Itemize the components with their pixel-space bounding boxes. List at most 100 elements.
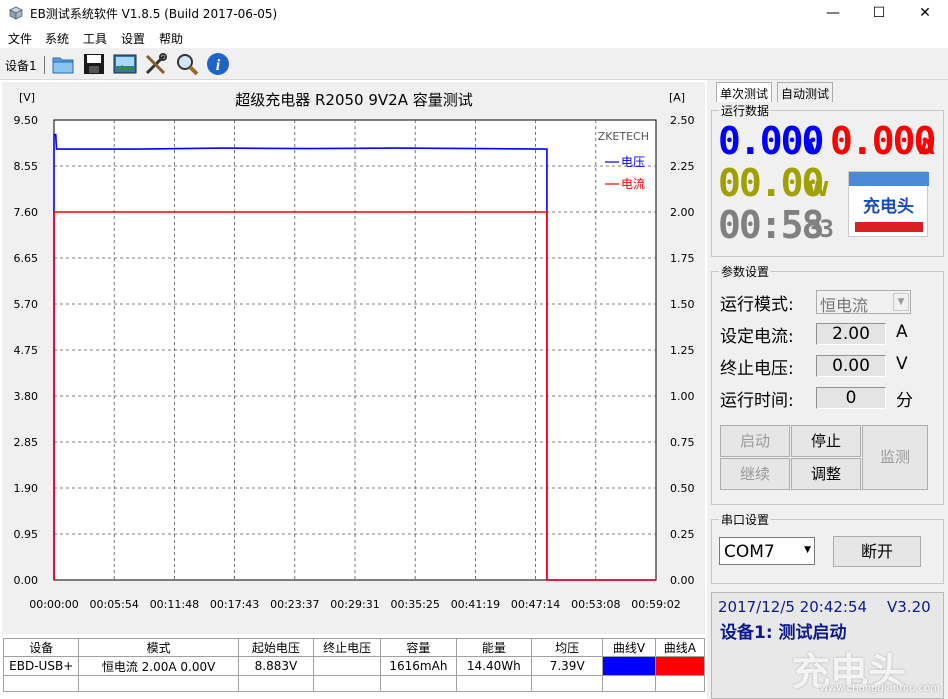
x-tick-label: 00:17:43 [210, 598, 259, 611]
left-tick-label: 3.80 [14, 390, 39, 403]
right-tick-label: 1.75 [670, 252, 695, 265]
menu-help[interactable]: 帮助 [159, 30, 183, 47]
save-icon[interactable] [82, 52, 106, 76]
run-time-label: 运行时间: [720, 391, 794, 411]
device-tab[interactable]: 设备1 [5, 57, 37, 74]
table-header-cell: 终止电压 [313, 638, 382, 657]
table-cell: 恒电流 2.00A 0.00V [78, 656, 239, 676]
current-unit: A [919, 135, 935, 159]
x-axis: 00:00:00 00:05:54 00:11:48 00:17:43 00:23:37… [29, 598, 680, 611]
table-header: 设备 模式 起始电压 终止电压 容量 能量 均压 曲线V 曲线A [2, 638, 706, 657]
right-tick-label: 2.00 [670, 206, 695, 219]
right-axis: 2.50 2.25 2.00 1.75 1.50 1.25 1.00 0.75 0.50 0.25… [670, 114, 695, 587]
chevron-down-icon[interactable]: ▼ [893, 293, 909, 311]
set-current-input[interactable]: 2.00 [816, 323, 886, 345]
chevron-down-icon[interactable]: ▼ [804, 545, 811, 555]
monitor-button[interactable]: 监测 [862, 425, 928, 490]
menu-file[interactable]: 文件 [8, 30, 32, 47]
left-tick-label: 1.90 [14, 482, 39, 495]
params-title: 参数设置 [719, 263, 772, 280]
image-icon[interactable] [113, 52, 137, 76]
minimize-button[interactable]: — [810, 0, 856, 26]
power-unit: W [807, 177, 830, 201]
info-icon[interactable]: i [206, 52, 230, 76]
left-tick-label: 0.95 [14, 528, 39, 541]
table-cell: 7.39V [531, 656, 604, 676]
set-current-unit: A [896, 322, 908, 342]
right-tick-label: 0.00 [670, 574, 695, 587]
app-icon [9, 6, 23, 20]
mode-value: 恒电流 [820, 296, 869, 315]
table-header-cell: 起始电压 [237, 638, 315, 657]
tab-divider [44, 56, 45, 74]
menu-settings[interactable]: 设置 [121, 30, 145, 47]
run-data-title: 运行数据 [719, 102, 772, 119]
left-tick-label: 0.00 [14, 574, 39, 587]
status-time: 2017/12/5 20:42:54 [718, 598, 868, 616]
right-tick-label: 2.25 [670, 160, 695, 173]
left-tick-label: 5.70 [14, 298, 39, 311]
run-time-input[interactable]: 0 [816, 387, 886, 409]
run-time-unit: 分 [896, 391, 913, 411]
adjust-button[interactable]: 调整 [791, 458, 861, 490]
table-cell: 1616mAh [380, 656, 457, 676]
table-header-cell: 模式 [78, 638, 239, 657]
watermark-url: www.chongdiantou.com [820, 683, 940, 694]
chart-watermark: ZKETECH [598, 130, 649, 143]
table-row[interactable]: EBD-USB+ 恒电流 2.00A 0.00V 8.883V 1616mAh 14.4… [2, 656, 706, 676]
table-header-cell: 容量 [380, 638, 457, 657]
right-axis-unit: [A] [669, 91, 685, 104]
right-tick-label: 2.50 [670, 114, 695, 127]
maximize-button[interactable]: ☐ [856, 0, 902, 26]
legend-label: 电流 [621, 177, 645, 191]
curve-v-swatch [602, 656, 656, 676]
left-tick-label: 6.65 [14, 252, 39, 265]
table-cell: 8.883V [237, 656, 315, 676]
serial-title: 串口设置 [719, 511, 772, 528]
close-button[interactable]: ✕ [902, 0, 948, 26]
serial-group: 串口设置 COM7 ▼ 断开 [711, 511, 944, 584]
results-table: 设备 模式 起始电压 终止电压 容量 能量 均压 曲线V 曲线A EBD-USB+ 恒电流 2.0… [2, 638, 706, 692]
x-tick-label: 00:05:54 [89, 598, 138, 611]
mode-select[interactable]: 恒电流 ▼ [816, 290, 911, 315]
continue-button[interactable]: 继续 [720, 458, 790, 490]
status-message: 设备1: 测试启动 [720, 623, 847, 643]
x-tick-label: 00:47:14 [511, 598, 560, 611]
time-seconds-readout: 33 [807, 215, 834, 243]
x-tick-label: 00:29:31 [330, 598, 379, 611]
stop-voltage-input[interactable]: 0.00 [816, 355, 886, 377]
start-button[interactable]: 启动 [720, 425, 790, 457]
tools-icon[interactable] [144, 52, 168, 76]
right-panel: 单次测试 自动测试 运行数据 0.000 V 0.000 A 00.00 W 0… [707, 80, 948, 699]
left-tick-label: 4.75 [14, 344, 39, 357]
table-header-cell: 均压 [531, 638, 604, 657]
right-tick-label: 0.50 [670, 482, 695, 495]
set-current-label: 设定电流: [720, 327, 794, 347]
com-port-select[interactable]: COM7 ▼ [719, 537, 815, 565]
x-tick-label: 00:59:02 [631, 598, 680, 611]
tab-auto-test[interactable]: 自动测试 [777, 82, 834, 102]
logo-text: 充电头 [863, 197, 914, 217]
mode-label: 运行模式: [720, 295, 794, 315]
folder-icon[interactable] [51, 52, 75, 76]
legend-label: 电压 [621, 155, 645, 169]
status-version: V3.20 [887, 598, 931, 616]
table-cell: EBD-USB+ [2, 656, 80, 676]
right-tick-label: 1.25 [670, 344, 695, 357]
menu-tools[interactable]: 工具 [83, 30, 107, 47]
left-tick-label: 9.50 [14, 114, 39, 127]
table-empty-row [2, 675, 706, 692]
right-tick-label: 0.25 [670, 528, 695, 541]
tab-single-test[interactable]: 单次测试 [716, 82, 773, 102]
search-icon[interactable] [175, 52, 199, 76]
right-tick-label: 1.50 [670, 298, 695, 311]
stop-voltage-unit: V [896, 354, 908, 374]
stop-button[interactable]: 停止 [791, 425, 861, 457]
right-tick-label: 0.75 [670, 436, 695, 449]
logo-image: 充电头 [848, 171, 929, 237]
toolbar: 设备1 i [0, 48, 948, 80]
menu-system[interactable]: 系统 [45, 30, 69, 47]
table-cell [313, 656, 382, 676]
com-port-value: COM7 [724, 542, 775, 562]
disconnect-button[interactable]: 断开 [833, 536, 921, 567]
